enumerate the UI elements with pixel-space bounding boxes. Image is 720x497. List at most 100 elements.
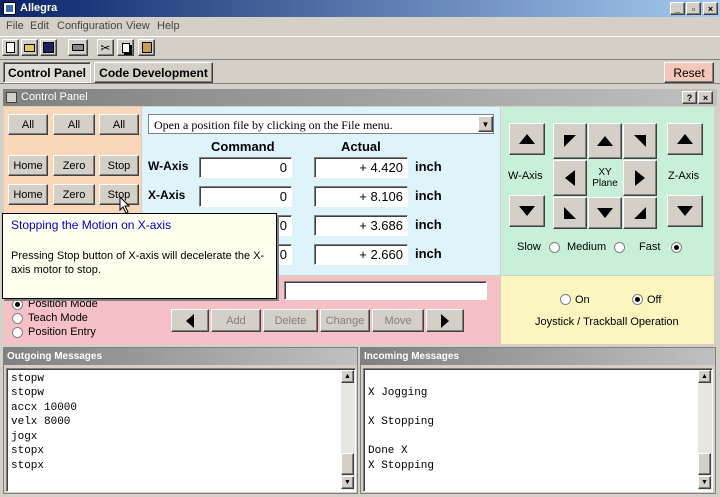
all-button-2[interactable]: All [53, 114, 95, 135]
y-axis-actual-field: + 3.686 [314, 215, 408, 236]
new-file-icon[interactable] [2, 39, 19, 56]
incoming-line: X Stopping [368, 416, 435, 428]
y-down-button[interactable] [588, 197, 622, 229]
reset-button[interactable]: Reset [664, 62, 714, 83]
joystick-off-radio[interactable] [632, 294, 643, 305]
home-button-x[interactable]: Home [8, 184, 48, 205]
delete-button[interactable]: Delete [263, 309, 318, 332]
x-axis-label: X-Axis [148, 188, 186, 202]
diag-up-right-button[interactable] [623, 123, 657, 159]
close-button[interactable]: × [703, 2, 718, 15]
scroll-thumb[interactable] [698, 453, 711, 475]
incoming-pane: Incoming Messages X Jogging X Stopping D… [360, 347, 716, 494]
teach-mode-radio[interactable] [12, 313, 23, 324]
joystick-panel: On Off Joystick / Trackball Operation [501, 276, 714, 344]
menu-view[interactable]: View [126, 20, 150, 32]
w-axis-jog-label: W-Axis [508, 170, 543, 182]
y-up-button[interactable] [588, 123, 622, 159]
tab-code-development[interactable]: Code Development [94, 62, 213, 83]
all-button-3[interactable]: All [99, 114, 139, 135]
copy-icon[interactable] [117, 39, 134, 56]
chevron-down-icon[interactable]: ▼ [478, 116, 493, 132]
w-axis-down-button[interactable] [509, 195, 545, 227]
x-axis-unit: inch [415, 188, 442, 203]
control-panel-title-bar: Control Panel ? × [3, 89, 717, 106]
x-axis-command-field[interactable]: 0 [199, 186, 292, 207]
menu-edit[interactable]: Edit [30, 20, 49, 32]
scroll-down-icon[interactable]: ▼ [698, 476, 711, 489]
x-left-button[interactable] [553, 160, 587, 196]
position-name-input[interactable] [284, 281, 487, 300]
diag-down-right-button[interactable] [623, 197, 657, 229]
outgoing-scrollbar[interactable]: ▲ ▼ [341, 370, 355, 490]
zero-button-x[interactable]: Zero [53, 184, 95, 205]
outgoing-line: jogx [11, 431, 38, 443]
position-entry-radio[interactable] [12, 327, 23, 338]
cut-icon[interactable]: ✂ [97, 39, 114, 56]
w-axis-actual-field: + 4.420 [314, 157, 408, 178]
stop-button-w[interactable]: Stop [99, 155, 139, 176]
menu-file[interactable]: File [6, 20, 24, 32]
control-panel-title: Control Panel [21, 91, 88, 103]
w-axis-command-field[interactable]: 0 [199, 157, 292, 178]
tooltip-body: Pressing Stop button of X-axis will dece… [11, 250, 265, 276]
joystick-on-label: On [575, 294, 590, 306]
open-folder-icon[interactable] [21, 39, 38, 56]
z-axis-actual-field: + 2.660 [314, 244, 408, 265]
menu-configuration[interactable]: Configuration [57, 20, 122, 32]
x-right-button[interactable] [623, 160, 657, 196]
outgoing-log: stopw stopw accx 10000 velx 8000 jogx st… [6, 368, 356, 492]
app-icon [3, 2, 16, 15]
maximize-button[interactable]: ▫ [686, 2, 701, 15]
z-axis-up-button[interactable] [667, 123, 703, 155]
toolbar: ✂ [0, 36, 720, 58]
all-button-1[interactable]: All [8, 114, 48, 135]
app-title: Allegra [20, 2, 58, 14]
joystick-on-radio[interactable] [560, 294, 571, 305]
help-button[interactable]: ? [682, 91, 697, 104]
teach-mode-label: Teach Mode [28, 312, 88, 324]
speed-fast-label: Fast [639, 241, 661, 253]
app-title-bar: Allegra _ ▫ × [0, 0, 720, 17]
next-position-button[interactable] [426, 309, 464, 332]
z-axis-jog-label: Z-Axis [668, 170, 700, 182]
joystick-caption: Joystick / Trackball Operation [535, 316, 679, 328]
save-icon[interactable] [40, 39, 57, 56]
position-mode-label: Position Mode [28, 298, 98, 310]
minimize-button[interactable]: _ [670, 2, 685, 15]
prev-position-button[interactable] [171, 309, 209, 332]
home-button-w[interactable]: Home [8, 155, 48, 176]
incoming-scrollbar[interactable]: ▲ ▼ [698, 370, 712, 490]
print-icon[interactable] [68, 39, 88, 56]
change-button[interactable]: Change [320, 309, 370, 332]
position-mode-radio[interactable] [12, 299, 23, 310]
move-button[interactable]: Move [372, 309, 424, 332]
tab-control-panel[interactable]: Control Panel [3, 62, 91, 83]
z-axis-down-button[interactable] [667, 195, 703, 227]
w-axis-label: W-Axis [148, 159, 189, 173]
zero-button-w[interactable]: Zero [53, 155, 95, 176]
diag-down-left-button[interactable] [553, 197, 587, 229]
scroll-down-icon[interactable]: ▼ [341, 476, 354, 489]
incoming-line: X Stopping [368, 460, 435, 472]
speed-slow-radio[interactable] [549, 242, 560, 253]
speed-fast-radio[interactable] [671, 242, 682, 253]
speed-slow-label: Slow [517, 241, 541, 253]
add-button[interactable]: Add [211, 309, 261, 332]
w-axis-up-button[interactable] [509, 123, 545, 155]
command-header: Command [211, 139, 275, 154]
window-close-button[interactable]: × [698, 91, 713, 104]
window-icon [6, 92, 17, 103]
tooltip-title: Stopping the Motion on X-axis [11, 218, 172, 232]
speed-medium-radio[interactable] [614, 242, 625, 253]
diag-up-left-button[interactable] [553, 123, 587, 159]
paste-icon[interactable] [138, 39, 155, 56]
outgoing-line: stopx [11, 460, 45, 472]
menu-help[interactable]: Help [157, 20, 180, 32]
xy-plane-center: XY Plane [588, 160, 622, 196]
position-file-dropdown[interactable]: Open a position file by clicking on the … [148, 114, 494, 134]
scroll-up-icon[interactable]: ▲ [341, 370, 354, 383]
incoming-line: Done X [368, 445, 408, 457]
scroll-thumb[interactable] [341, 453, 354, 475]
scroll-up-icon[interactable]: ▲ [698, 370, 711, 383]
